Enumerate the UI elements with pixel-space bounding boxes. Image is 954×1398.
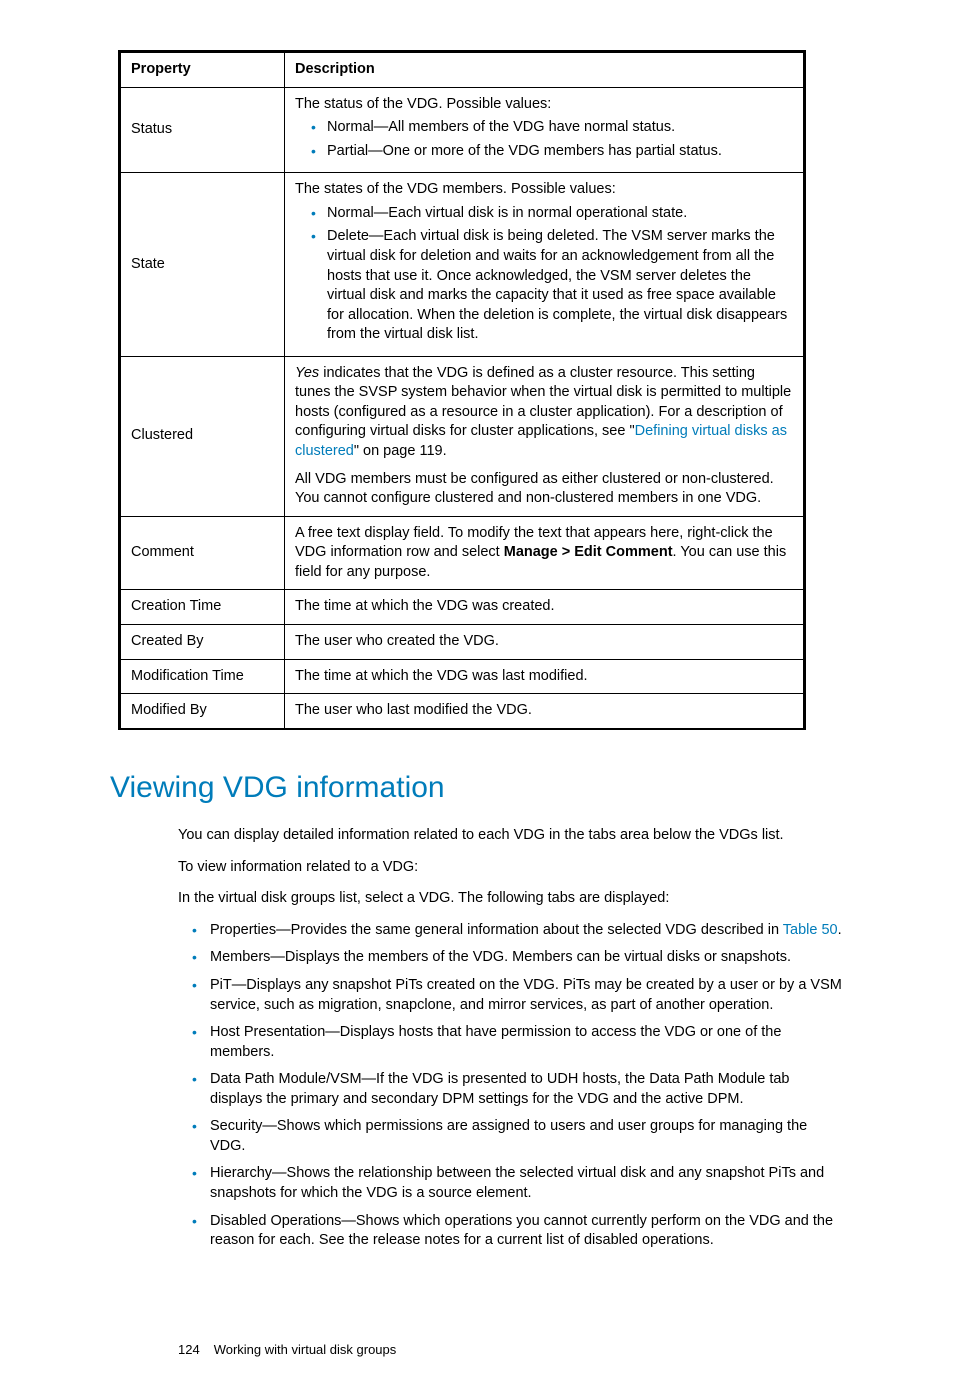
table-row: Status The status of the VDG. Possible v… [120, 87, 805, 173]
desc-creation-time: The time at which the VDG was created. [285, 590, 805, 625]
list-item: Partial—One or more of the VDG members h… [311, 142, 793, 162]
list-item: Hierarchy—Shows the relationship between… [192, 1164, 844, 1203]
list-item: Properties—Provides the same general inf… [192, 921, 844, 941]
table-row: Modification Time The time at which the … [120, 659, 805, 694]
table-row: Modified By The user who last modified t… [120, 694, 805, 729]
desc-clustered: Yes indicates that the VDG is defined as… [285, 356, 805, 516]
tabs-list: Properties—Provides the same general inf… [192, 921, 844, 1251]
properties-post: . [838, 922, 842, 938]
page-number: 124 [178, 1342, 200, 1357]
clustered-para1: Yes indicates that the VDG is defined as… [295, 364, 793, 462]
properties-table: Property Description Status The status o… [118, 50, 806, 730]
italic-yes: Yes [295, 365, 319, 381]
link-table-50[interactable]: Table 50 [783, 922, 838, 938]
list-item: Host Presentation—Displays hosts that ha… [192, 1023, 844, 1062]
prop-created-by: Created By [120, 624, 285, 659]
prop-comment: Comment [120, 516, 285, 590]
list-item: Members—Displays the members of the VDG.… [192, 948, 844, 968]
prop-clustered: Clustered [120, 356, 285, 516]
prop-state: State [120, 173, 285, 357]
table-header-row: Property Description [120, 52, 805, 88]
clustered-tail: " on page 119. [354, 443, 447, 459]
status-intro: The status of the VDG. Possible values: [295, 95, 793, 115]
list-item: Data Path Module/VSM—If the VDG is prese… [192, 1070, 844, 1109]
section-heading: Viewing VDG information [110, 768, 844, 809]
table-row: Clustered Yes indicates that the VDG is … [120, 356, 805, 516]
header-description: Description [285, 52, 805, 88]
prop-mod-time: Modification Time [120, 659, 285, 694]
desc-created-by: The user who created the VDG. [285, 624, 805, 659]
table-row: Created By The user who created the VDG. [120, 624, 805, 659]
comment-bold: Manage > Edit Comment [504, 544, 673, 560]
list-item: Normal—All members of the VDG have norma… [311, 118, 793, 138]
list-item: PiT—Displays any snapshot PiTs created o… [192, 976, 844, 1015]
list-item: Disabled Operations—Shows which operatio… [192, 1212, 844, 1251]
list-item: Security—Shows which permissions are ass… [192, 1117, 844, 1156]
list-item: Delete—Each virtual disk is being delete… [311, 227, 793, 344]
prop-creation-time: Creation Time [120, 590, 285, 625]
table-row: Comment A free text display field. To mo… [120, 516, 805, 590]
body-paragraph: To view information related to a VDG: [178, 858, 844, 878]
desc-status: The status of the VDG. Possible values: … [285, 87, 805, 173]
table-row: Creation Time The time at which the VDG … [120, 590, 805, 625]
desc-mod-time: The time at which the VDG was last modif… [285, 659, 805, 694]
state-intro: The states of the VDG members. Possible … [295, 180, 793, 200]
list-item: Normal—Each virtual disk is in normal op… [311, 204, 793, 224]
body-paragraph: In the virtual disk groups list, select … [178, 889, 844, 909]
page-footer: 124 Working with virtual disk groups [178, 1341, 844, 1359]
table-row: State The states of the VDG members. Pos… [120, 173, 805, 357]
prop-status: Status [120, 87, 285, 173]
desc-comment: A free text display field. To modify the… [285, 516, 805, 590]
prop-mod-by: Modified By [120, 694, 285, 729]
body-paragraph: You can display detailed information rel… [178, 826, 844, 846]
clustered-para2: All VDG members must be configured as ei… [295, 470, 793, 509]
desc-mod-by: The user who last modified the VDG. [285, 694, 805, 729]
footer-title: Working with virtual disk groups [214, 1342, 397, 1357]
desc-state: The states of the VDG members. Possible … [285, 173, 805, 357]
header-property: Property [120, 52, 285, 88]
properties-pre: Properties—Provides the same general inf… [210, 922, 783, 938]
